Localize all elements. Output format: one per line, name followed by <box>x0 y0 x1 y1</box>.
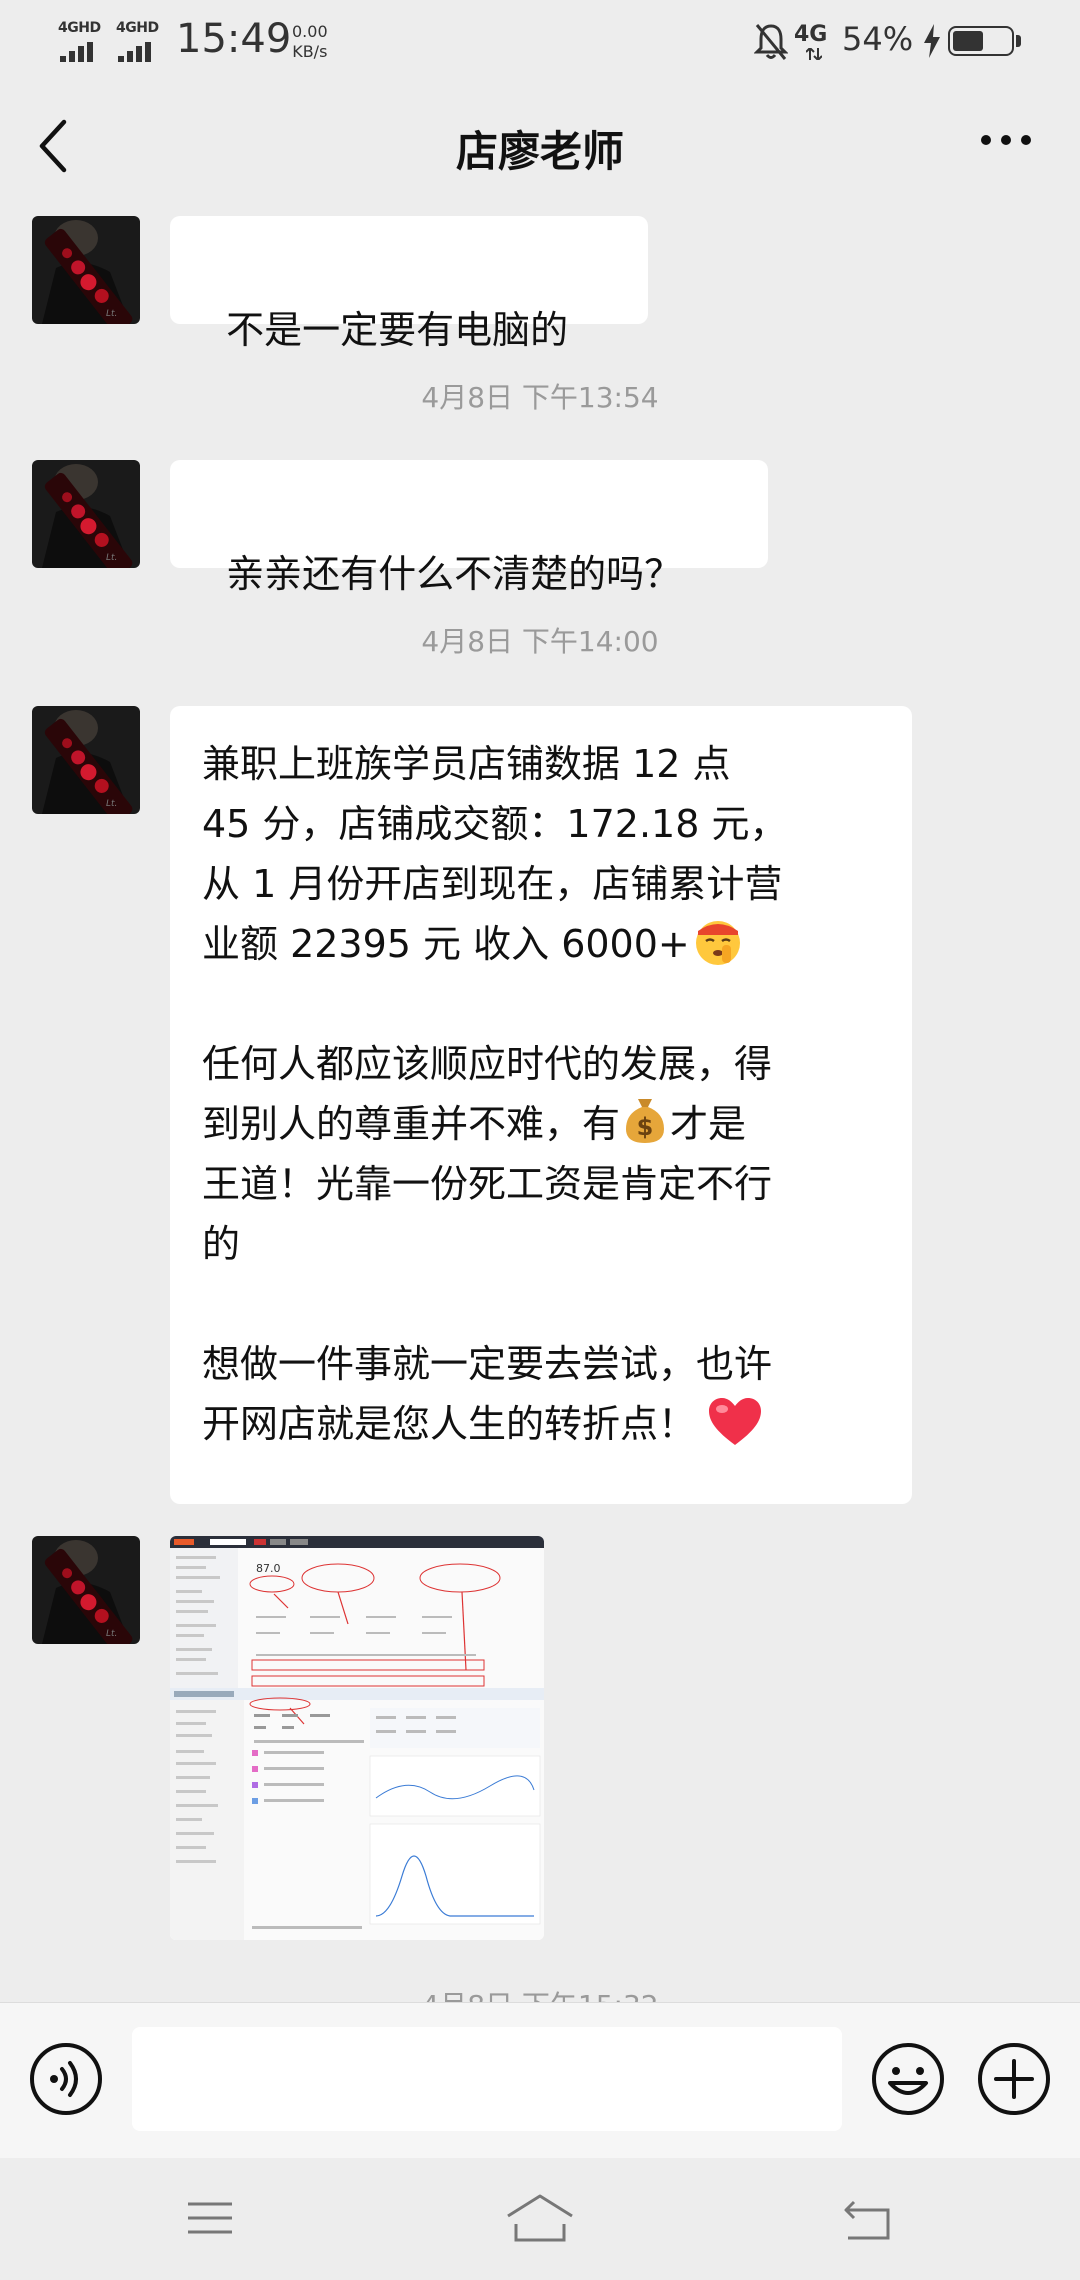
status-bar: 4GHD 4GHD 15:49 0.00 KB/s 4G 54% <box>0 0 1080 84</box>
message-line: 兼职上班族学员店铺数据 12 点 <box>202 742 731 786</box>
network-speed: 0.00 KB/s <box>292 22 328 62</box>
message-line: 的 <box>202 1222 241 1266</box>
message-line: 王道！光靠一份死工资是肯定不行 <box>202 1162 773 1206</box>
more-options-icon[interactable] <box>978 128 1034 152</box>
sender-avatar[interactable]: Lt. <box>32 706 140 814</box>
svg-text:$: $ <box>637 1113 654 1141</box>
message-line: 从 1 月份开店到现在，店铺累计营 <box>202 862 783 906</box>
store-dashboard-screenshot: 87.0 <box>170 1536 544 1940</box>
network-4g-label: 4G <box>794 22 828 47</box>
message-line-text: 业额 22395 元 收入 6000+ <box>202 922 690 966</box>
battery-percent: 54% <box>842 20 914 58</box>
message-line: 开网店就是您人生的转折点！ <box>202 1394 880 1454</box>
sender-avatar[interactable]: Lt. <box>32 216 140 324</box>
shushing-face-icon <box>695 921 740 965</box>
signal-label: 4GHD <box>58 20 101 36</box>
network-speed-unit: KB/s <box>292 42 328 61</box>
heart-icon <box>709 1398 762 1445</box>
message-text: 不是一定要有电脑的 <box>226 308 569 352</box>
svg-text:Lt.: Lt. <box>106 553 117 563</box>
message-line-text: 开网店就是您人生的转折点！ <box>202 1402 697 1446</box>
message-line: 想做一件事就一定要去尝试，也许 <box>202 1342 773 1386</box>
sender-avatar[interactable]: Lt. <box>32 1536 140 1644</box>
message-bubble[interactable]: 兼职上班族学员店铺数据 12 点 45 分，店铺成交额：172.18 元， 从 … <box>170 706 912 1504</box>
message-line-text: 才是 <box>670 1102 747 1146</box>
network-speed-value: 0.00 <box>292 22 328 41</box>
chat-input-bar <box>0 2002 1080 2159</box>
svg-text:Lt.: Lt. <box>106 1629 117 1639</box>
home-nav-icon[interactable] <box>504 2188 576 2248</box>
signal-icon-sim2: 4GHD <box>116 20 166 64</box>
message-line: 任何人都应该顺应时代的发展，得 <box>202 1042 773 1086</box>
message-line: 业额 22395 元 收入 6000+ <box>202 914 880 974</box>
voice-input-icon[interactable] <box>28 2041 104 2117</box>
message-line: 到别人的尊重并不难，有 $ 才是 <box>202 1094 880 1154</box>
network-4g-icon: 4G <box>794 22 834 62</box>
mute-bell-icon <box>754 24 788 60</box>
message-bubble[interactable]: 亲亲还有什么不清楚的吗？ <box>170 460 768 596</box>
svg-text:Lt.: Lt. <box>106 799 117 809</box>
menu-nav-icon[interactable] <box>178 2188 242 2248</box>
image-message[interactable]: 87.0 <box>170 1536 544 1940</box>
signal-label: 4GHD <box>116 20 159 36</box>
message-line: 45 分，店铺成交额：172.18 元， <box>202 802 788 846</box>
back-nav-icon[interactable] <box>836 2188 900 2248</box>
battery-icon <box>948 26 1022 58</box>
message-line-text: 到别人的尊重并不难，有 <box>202 1102 621 1146</box>
message-timestamp: 4月8日 下午13:54 <box>421 381 659 414</box>
emoji-picker-icon[interactable] <box>870 2041 946 2117</box>
battery-fill <box>953 31 983 51</box>
message-text: 亲亲还有什么不清楚的吗？ <box>226 552 683 596</box>
svg-text:Lt.: Lt. <box>106 309 117 319</box>
chat-header: 店廖老师 <box>0 88 1080 208</box>
money-bag-icon: $ <box>626 1099 665 1143</box>
signal-icon-sim1: 4GHD <box>58 20 108 64</box>
sender-avatar[interactable]: Lt. <box>32 460 140 568</box>
message-input[interactable] <box>132 2027 842 2131</box>
system-nav-bar <box>0 2158 1080 2280</box>
charging-bolt-icon <box>924 24 940 58</box>
message-bubble[interactable]: 不是一定要有电脑的 <box>170 216 648 352</box>
status-time: 15:49 <box>176 16 292 62</box>
message-timestamp: 4月8日 下午14:00 <box>421 625 659 658</box>
dashboard-score: 87.0 <box>256 1562 281 1575</box>
add-attachment-icon[interactable] <box>976 2041 1052 2117</box>
chat-title: 店廖老师 <box>455 127 624 176</box>
